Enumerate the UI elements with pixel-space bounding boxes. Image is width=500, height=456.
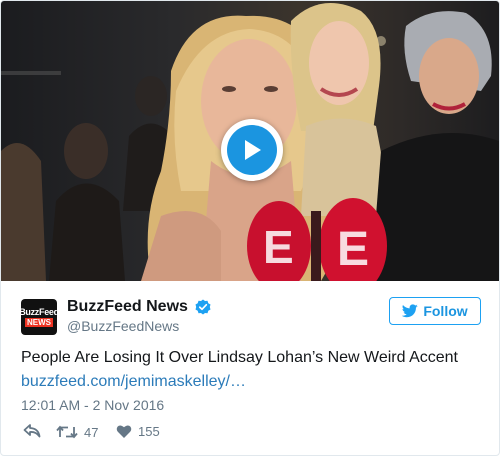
tweet-text: People Are Losing It Over Lindsay Lohan’… (21, 349, 458, 366)
play-icon (227, 125, 277, 175)
reply-icon (23, 424, 41, 438)
retweet-button[interactable]: 47 (56, 424, 98, 440)
tweet-link[interactable]: buzzfeed.com/jemimaskelley/… (21, 373, 246, 391)
like-button[interactable]: 155 (116, 424, 160, 439)
like-count: 155 (138, 424, 160, 439)
embedded-tweet-card: E E BuzzFeed NEWS BuzzFeed News @BuzzFee… (0, 0, 500, 456)
bird-icon (402, 304, 419, 318)
tweet-timestamp[interactable]: 12:01 AM - 2 Nov 2016 (21, 397, 164, 413)
tweet-actions: 47 155 (21, 424, 321, 442)
avatar-text-news: NEWS (25, 318, 53, 327)
video-thumbnail[interactable]: E E (1, 1, 499, 281)
tweet-header: BuzzFeed NEWS BuzzFeed News @BuzzFeedNew… (21, 296, 481, 336)
verified-badge-icon (195, 299, 211, 315)
play-button[interactable] (221, 119, 283, 181)
heart-icon (116, 425, 132, 438)
avatar-text-buzzfeed: BuzzFeed (21, 307, 57, 317)
avatar[interactable]: BuzzFeed NEWS (21, 299, 57, 335)
author-handle[interactable]: @BuzzFeedNews (67, 318, 179, 334)
follow-label: Follow (423, 303, 468, 319)
retweet-icon (56, 425, 78, 439)
author-name[interactable]: BuzzFeed News (67, 298, 188, 316)
retweet-count: 47 (84, 424, 99, 440)
svg-text:E: E (263, 221, 294, 273)
follow-button[interactable]: Follow (389, 297, 481, 325)
reply-button[interactable] (23, 424, 41, 438)
svg-text:E: E (337, 223, 369, 276)
